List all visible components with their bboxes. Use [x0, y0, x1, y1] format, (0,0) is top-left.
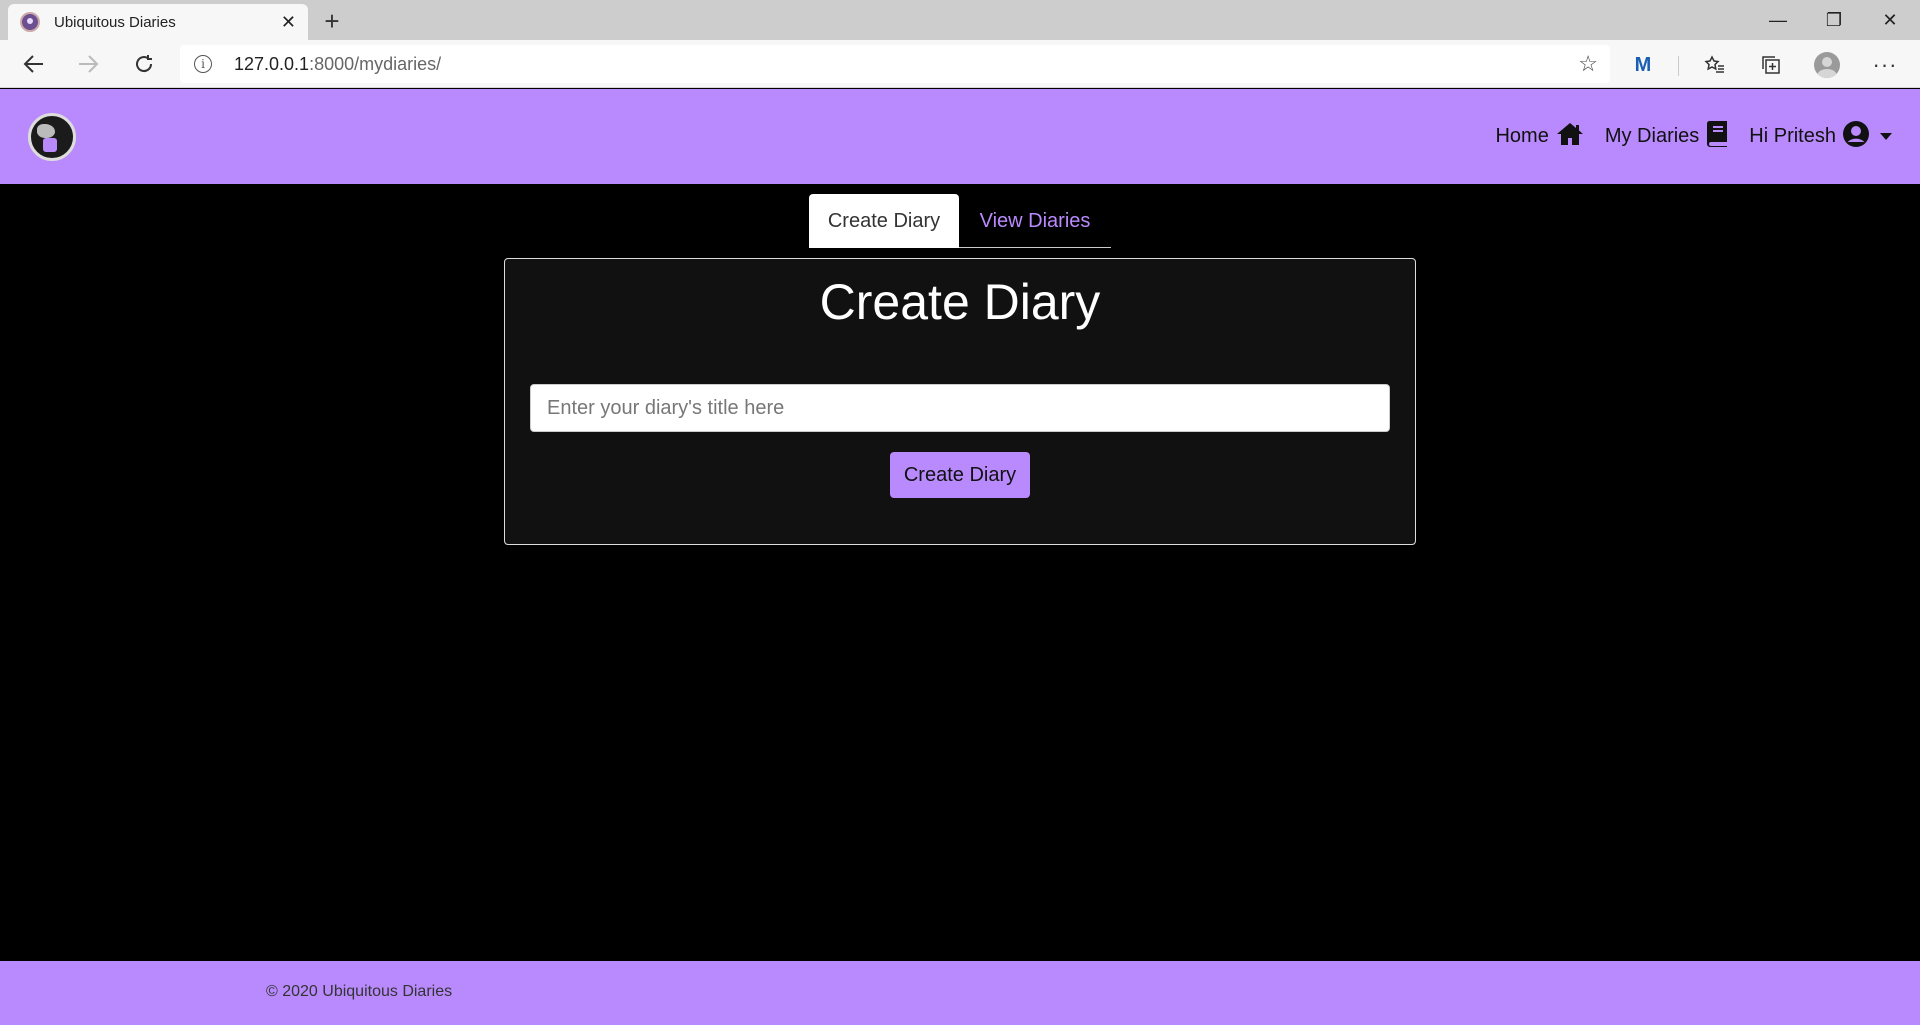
site-footer: © 2020 Ubiquitous Diaries — [0, 961, 1920, 1025]
nav-user-menu[interactable]: Hi Pritesh — [1749, 120, 1892, 154]
home-icon — [1555, 121, 1585, 153]
toolbar-divider — [1678, 56, 1679, 76]
forward-arrow-icon — [79, 55, 99, 73]
address-bar[interactable]: i 127.0.0.1:8000/mydiaries/ ☆ — [180, 45, 1610, 83]
reload-button[interactable] — [128, 48, 160, 80]
tab-create-diary[interactable]: Create Diary — [809, 194, 959, 248]
site-header: Home My Diaries Hi Pritesh — [0, 89, 1920, 184]
close-window-button[interactable]: ✕ — [1862, 0, 1918, 40]
create-diary-card: Create Diary Create Diary — [504, 258, 1416, 545]
tab-view-diaries[interactable]: View Diaries — [959, 194, 1111, 248]
browser-titlebar: Ubiquitous Diaries ✕ + — ❐ ✕ — [0, 0, 1920, 40]
close-tab-icon[interactable]: ✕ — [281, 12, 296, 33]
page-title: Create Diary — [819, 274, 1101, 330]
user-circle-icon — [1842, 120, 1870, 154]
extension-icon[interactable]: M — [1628, 50, 1658, 80]
nav-my-diaries-label: My Diaries — [1604, 125, 1700, 147]
create-diary-button[interactable]: Create Diary — [890, 452, 1030, 498]
browser-toolbar: i 127.0.0.1:8000/mydiaries/ ☆ M ··· — [0, 40, 1920, 88]
site-favicon-icon — [20, 12, 40, 32]
footer-copyright: © 2020 Ubiquitous Diaries — [266, 983, 453, 1000]
reload-icon — [136, 55, 153, 73]
back-arrow-icon — [23, 55, 43, 73]
main-nav: Home My Diaries Hi Pritesh — [1495, 89, 1892, 184]
browser-tab-title: Ubiquitous Diaries — [54, 13, 176, 31]
nav-home[interactable]: Home — [1495, 121, 1584, 153]
forward-button[interactable] — [72, 48, 104, 80]
book-icon — [1705, 120, 1729, 154]
diary-title-input[interactable] — [530, 384, 1390, 432]
browser-tab[interactable]: Ubiquitous Diaries ✕ — [8, 4, 308, 40]
profile-avatar-icon[interactable] — [1812, 50, 1842, 80]
collections-icon[interactable] — [1756, 50, 1786, 80]
minimize-button[interactable]: — — [1750, 0, 1806, 40]
url-host: 127.0.0.1 — [234, 53, 310, 74]
url-path: :8000/mydiaries/ — [309, 53, 442, 74]
nav-home-label: Home — [1495, 125, 1549, 147]
diary-tabs: Create Diary View Diaries — [809, 194, 1111, 248]
favorites-icon[interactable] — [1700, 50, 1730, 80]
favorite-star-icon[interactable]: ☆ — [1578, 51, 1598, 77]
nav-my-diaries[interactable]: My Diaries — [1605, 120, 1729, 154]
chevron-down-icon — [1880, 133, 1892, 140]
more-menu-icon[interactable]: ··· — [1870, 50, 1900, 80]
site-info-icon[interactable]: i — [194, 55, 212, 73]
site-logo[interactable] — [28, 113, 76, 161]
new-tab-button[interactable]: + — [318, 6, 346, 37]
restore-button[interactable]: ❐ — [1806, 0, 1862, 40]
nav-user-label: Hi Pritesh — [1749, 125, 1836, 147]
back-button[interactable] — [18, 48, 50, 80]
